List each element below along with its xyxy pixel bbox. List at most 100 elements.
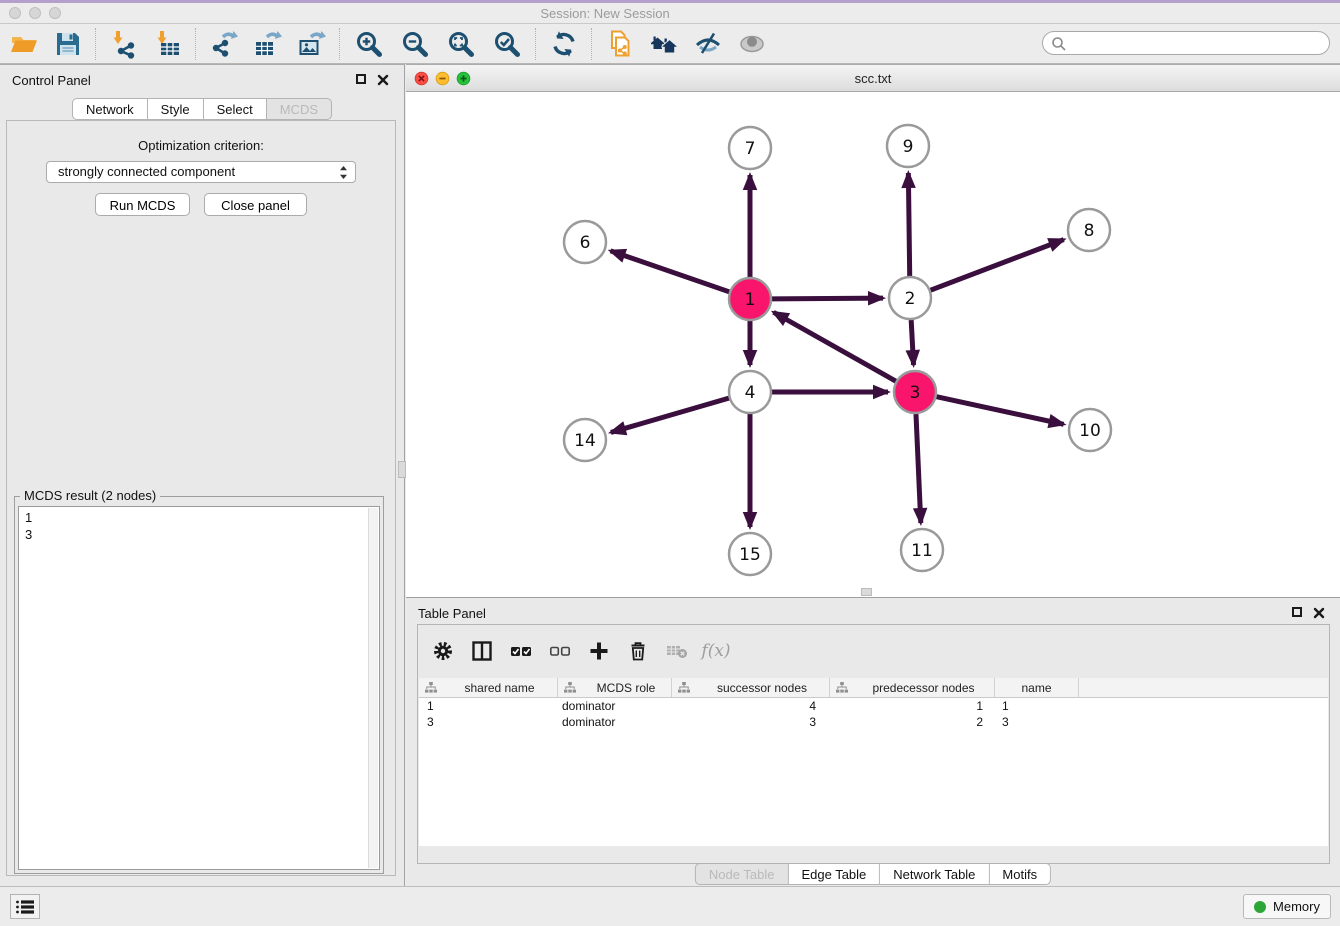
tab-edge-table[interactable]: Edge Table	[788, 863, 880, 885]
network-view-window: scc.txt 7 9 6 8 1 2 4 3 14 10 15 11	[406, 64, 1340, 597]
network-canvas[interactable]: 7 9 6 8 1 2 4 3 14 10 15 11	[406, 92, 1340, 597]
optimization-criterion-label: Optimization criterion:	[7, 138, 395, 153]
column-header-name[interactable]: name	[995, 678, 1079, 697]
memory-button[interactable]: Memory	[1243, 894, 1331, 919]
vertical-splitter-handle[interactable]	[398, 461, 406, 478]
graph-node-3[interactable]: 3	[894, 371, 936, 413]
result-value: 1	[25, 509, 373, 526]
close-table-panel-icon[interactable]	[1313, 606, 1325, 624]
tab-node-table[interactable]: Node Table	[695, 863, 789, 885]
save-session-icon[interactable]	[46, 26, 90, 62]
toolbar-separator	[535, 28, 537, 60]
graph-node-7[interactable]: 7	[729, 127, 771, 169]
graph-node-4[interactable]: 4	[729, 371, 771, 413]
graph-node-label: 2	[905, 289, 916, 309]
graph-node-label: 10	[1079, 421, 1101, 441]
zoom-in-icon[interactable]	[346, 26, 392, 62]
search-input[interactable]	[1069, 33, 1323, 55]
open-file-icon[interactable]	[2, 26, 46, 62]
graph-node-10[interactable]: 10	[1069, 409, 1111, 451]
graph-edge-1-2[interactable]	[772, 298, 883, 299]
graph-node-1[interactable]: 1	[729, 278, 771, 320]
graph-edge-2-9[interactable]	[908, 173, 909, 276]
column-header-successor-nodes[interactable]: successor nodes	[672, 678, 830, 697]
import-network-icon[interactable]	[102, 26, 146, 62]
task-history-button[interactable]	[10, 894, 40, 919]
delete-column-icon[interactable]	[626, 639, 650, 663]
graph-node-15[interactable]: 15	[729, 533, 771, 575]
search-icon	[1051, 36, 1067, 52]
column-header-predecessor-nodes[interactable]: predecessor nodes	[830, 678, 995, 697]
network-window-titlebar[interactable]: scc.txt	[406, 65, 1340, 92]
mcds-result-textarea[interactable]: 1 3	[18, 506, 380, 870]
graph-node-2[interactable]: 2	[889, 277, 931, 319]
table-row[interactable]: 3 dominator 3 2 3	[419, 714, 1328, 730]
attribute-icon	[836, 682, 848, 693]
hide-selected-icon[interactable]	[686, 26, 730, 62]
window-title: Session: New Session	[0, 6, 1210, 21]
memory-label: Memory	[1273, 899, 1320, 914]
close-panel-button[interactable]: Close panel	[204, 193, 307, 216]
graph-node-label: 9	[903, 137, 914, 157]
graph-node-label: 6	[580, 233, 591, 253]
tab-motifs[interactable]: Motifs	[989, 863, 1051, 885]
table-toolbar: f(x)	[418, 625, 1329, 677]
graph-edge-3-10[interactable]	[936, 397, 1063, 425]
result-scrollbar[interactable]	[368, 508, 378, 868]
graph-edge-2-8[interactable]	[931, 240, 1064, 291]
table-row[interactable]: 1 dominator 4 1 1	[419, 698, 1328, 714]
horizontal-splitter-handle[interactable]	[861, 588, 872, 596]
import-table-icon[interactable]	[146, 26, 190, 62]
graph-node-label: 15	[739, 545, 761, 565]
graph-edge-3-1[interactable]	[774, 312, 896, 381]
add-column-icon[interactable]	[587, 639, 611, 663]
close-panel-icon[interactable]	[377, 73, 389, 91]
unselect-all-icon[interactable]	[548, 639, 572, 663]
graph-node-11[interactable]: 11	[901, 529, 943, 571]
delete-table-icon[interactable]	[665, 639, 689, 663]
table-tabs: Node Table Edge Table Network Table Moti…	[695, 863, 1051, 885]
clone-network-icon[interactable]	[598, 26, 642, 62]
graph-edge-4-14[interactable]	[611, 398, 729, 432]
float-table-panel-icon[interactable]	[1292, 607, 1302, 617]
table-panel: Table Panel	[406, 597, 1340, 886]
table-header-row: shared name MCDS role successor nodes pr…	[419, 678, 1328, 698]
table-panel-title: Table Panel	[418, 606, 486, 621]
graph-edge-1-6[interactable]	[611, 251, 730, 292]
criterion-dropdown[interactable]: strongly connected component	[46, 161, 356, 183]
zoom-out-icon[interactable]	[392, 26, 438, 62]
table-container: f(x) shared name MCDS role successor nod…	[417, 624, 1330, 864]
first-neighbors-icon[interactable]	[642, 26, 686, 62]
graph-node-8[interactable]: 8	[1068, 209, 1110, 251]
tab-style[interactable]: Style	[148, 98, 204, 120]
graph-edge-3-11[interactable]	[916, 414, 921, 523]
export-network-icon[interactable]	[202, 26, 246, 62]
function-icon[interactable]: f(x)	[704, 639, 728, 663]
graph-edge-2-3[interactable]	[911, 320, 913, 365]
mcds-result-title: MCDS result (2 nodes)	[20, 488, 160, 503]
tab-mcds[interactable]: MCDS	[267, 98, 332, 120]
show-all-icon[interactable]	[730, 26, 774, 62]
float-panel-icon[interactable]	[356, 74, 366, 84]
tab-select[interactable]: Select	[204, 98, 267, 120]
dropdown-arrows-icon	[339, 165, 348, 186]
graph-node-6[interactable]: 6	[564, 221, 606, 263]
column-header-mcds-role[interactable]: MCDS role	[558, 678, 672, 697]
network-graph: 7 9 6 8 1 2 4 3 14 10 15 11	[406, 92, 1340, 597]
tab-network[interactable]: Network	[72, 98, 148, 120]
gear-icon[interactable]	[431, 639, 455, 663]
run-mcds-button[interactable]: Run MCDS	[95, 193, 190, 216]
column-header-shared-name[interactable]: shared name	[419, 678, 558, 697]
export-image-icon[interactable]	[290, 26, 334, 62]
export-table-icon[interactable]	[246, 26, 290, 62]
select-all-icon[interactable]	[509, 639, 533, 663]
refresh-icon[interactable]	[542, 26, 586, 62]
columns-icon[interactable]	[470, 639, 494, 663]
graph-node-14[interactable]: 14	[564, 419, 606, 461]
search-field[interactable]	[1042, 31, 1330, 55]
zoom-selected-icon[interactable]	[484, 26, 530, 62]
toolbar-separator	[95, 28, 97, 60]
graph-node-9[interactable]: 9	[887, 125, 929, 167]
zoom-fit-icon[interactable]	[438, 26, 484, 62]
tab-network-table[interactable]: Network Table	[880, 863, 989, 885]
